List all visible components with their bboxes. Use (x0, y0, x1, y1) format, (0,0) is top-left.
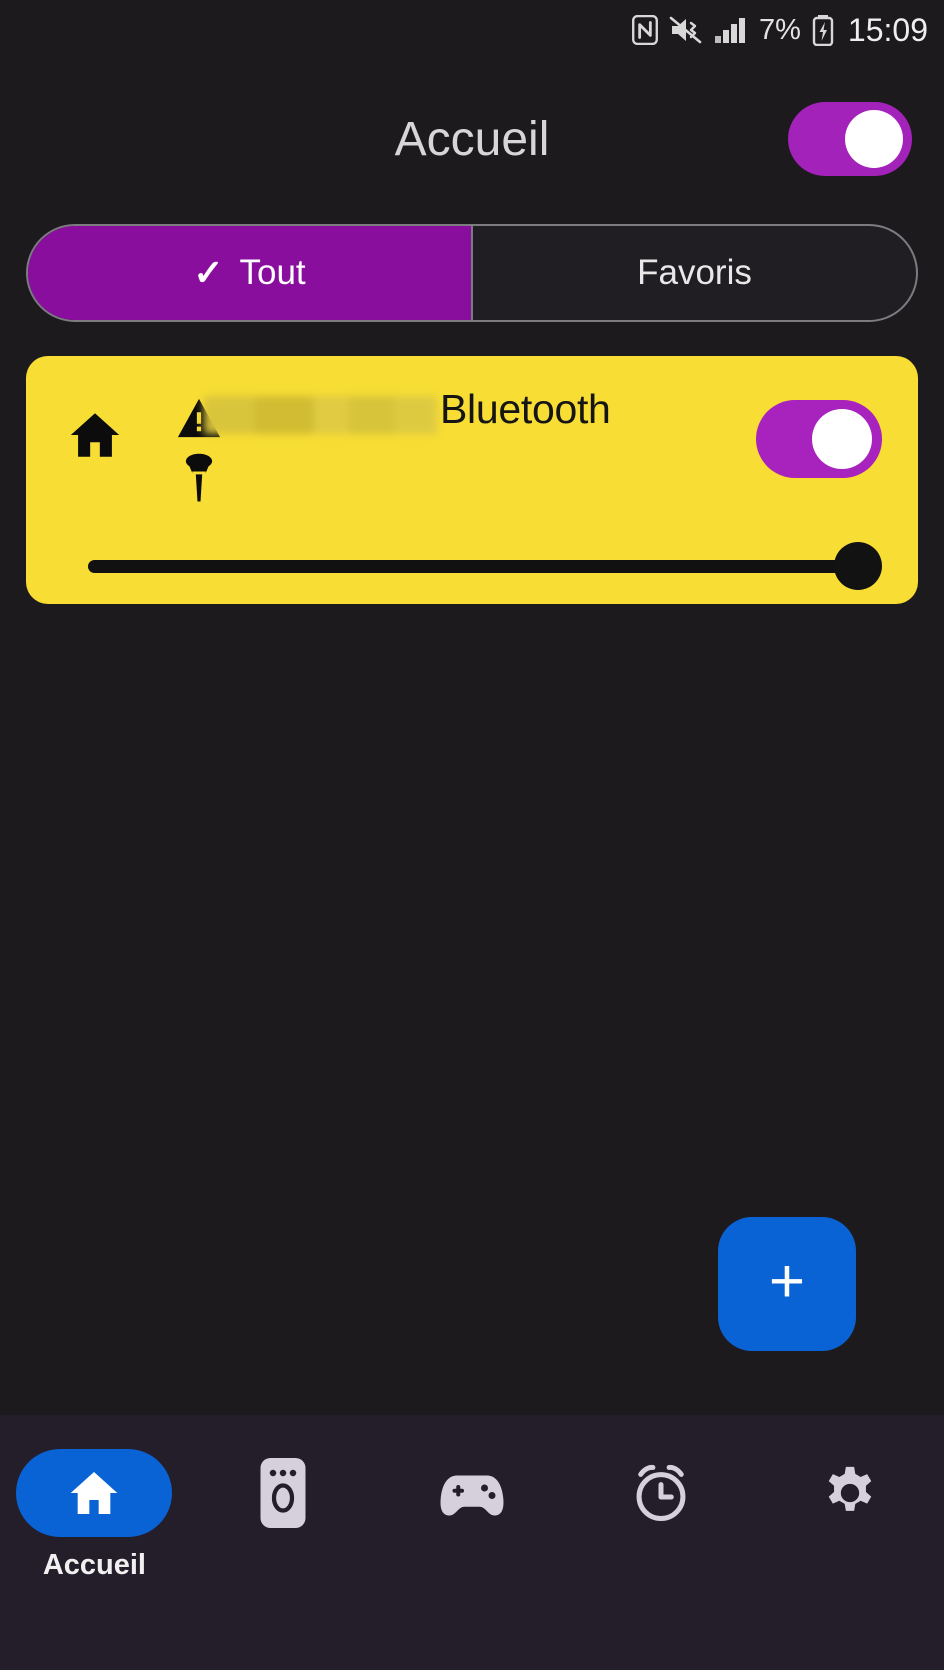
status-bar: 7% 15:09 (0, 0, 944, 60)
device-toggle-knob (812, 409, 872, 469)
device-brightness-slider[interactable] (60, 536, 884, 596)
nav-item-accueil[interactable]: Accueil (0, 1415, 189, 1670)
master-power-toggle[interactable] (788, 102, 912, 176)
battery-charging-icon (812, 14, 834, 46)
device-name-label: Bluetooth (440, 386, 611, 432)
tab-favoris-label: Favoris (637, 253, 752, 292)
bottom-navigation: Accueil (0, 1415, 944, 1670)
check-icon: ✓ (193, 252, 224, 293)
tab-favoris[interactable]: Favoris (471, 226, 916, 320)
filter-tabs: ✓ Tout Favoris (26, 224, 918, 322)
nav-item-games[interactable] (378, 1415, 567, 1670)
master-toggle-knob (845, 110, 903, 168)
remote-control-icon (239, 1449, 327, 1537)
nav-item-accueil-label: Accueil (42, 1549, 146, 1581)
gear-icon (806, 1449, 894, 1537)
nav-item-settings[interactable] (755, 1415, 944, 1670)
device-toggle-track (756, 400, 882, 478)
plus-icon: + (768, 1247, 806, 1316)
clock-text: 15:09 (847, 11, 928, 48)
microphone-icon (184, 452, 214, 506)
redacted-device-name (204, 396, 437, 434)
app-screen: 7% 15:09 Accueil ✓ Tout Favoris Bluetoot… (0, 0, 944, 1670)
device-power-toggle[interactable] (756, 400, 882, 478)
master-toggle-track (788, 102, 912, 176)
battery-percent-text: 7% (759, 13, 801, 46)
alarm-clock-icon (617, 1449, 705, 1537)
signal-bars-icon (714, 16, 748, 44)
vibrate-mute-icon (669, 15, 703, 45)
nav-item-alarm[interactable] (566, 1415, 755, 1670)
add-device-fab[interactable]: + (718, 1217, 856, 1351)
nfc-icon (632, 15, 658, 45)
slider-thumb[interactable] (834, 542, 882, 590)
nav-item-remote[interactable] (189, 1415, 378, 1670)
nav-active-pill (16, 1449, 173, 1537)
home-icon (71, 1472, 118, 1514)
slider-track (88, 560, 854, 573)
tab-tout-label: Tout (239, 253, 306, 292)
tab-tout[interactable]: ✓ Tout (28, 226, 471, 320)
gamepad-icon (428, 1449, 516, 1537)
home-icon (66, 406, 124, 464)
app-header: Accueil (0, 88, 944, 190)
